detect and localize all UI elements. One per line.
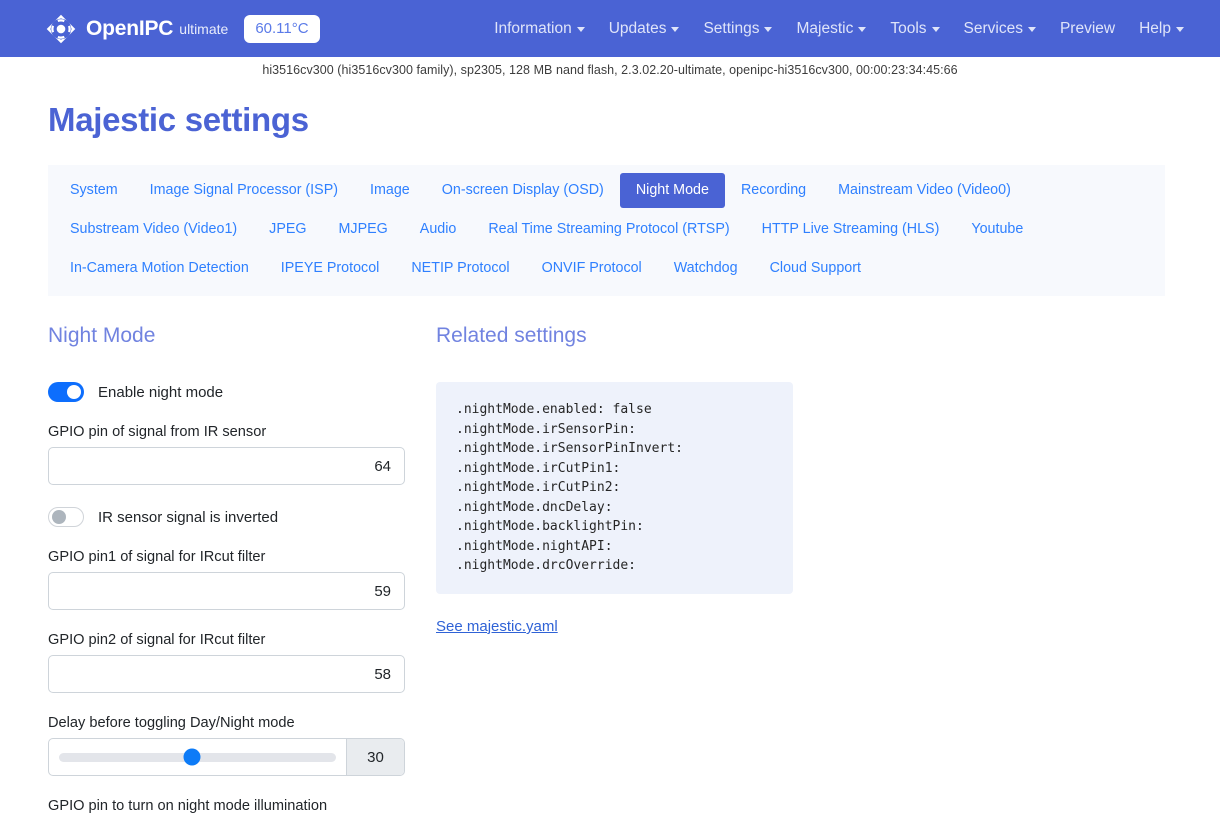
tab-youtube[interactable]: Youtube <box>955 212 1039 247</box>
nav-label: Help <box>1139 19 1171 37</box>
tab-on-screen-display[interactable]: On-screen Display (OSD) <box>426 173 620 208</box>
enable-night-mode-label: Enable night mode <box>98 383 224 401</box>
page-title: Majestic settings <box>48 101 309 138</box>
device-info-line: hi3516cv300 (hi3516cv300 family), sp2305… <box>262 63 958 77</box>
night-mode-form: Night Mode Enable night mode GPIO pin of… <box>48 324 428 818</box>
nav-label: Settings <box>703 19 760 37</box>
toggle-knob <box>52 510 66 525</box>
night-mode-section-title: Night Mode <box>48 324 156 348</box>
nav-item-preview[interactable]: Preview <box>1048 14 1127 44</box>
nav-label: Tools <box>890 19 927 37</box>
ircut-pin1-input[interactable] <box>48 572 405 611</box>
slider-track <box>59 748 336 766</box>
ir-sensor-pin-input[interactable] <box>48 447 405 486</box>
brand-logo-link[interactable]: OpenIPC ultimate <box>46 14 228 44</box>
tab-night-mode[interactable]: Night Mode <box>619 173 725 209</box>
openipc-diamond-logo-icon <box>46 14 76 44</box>
tab-cloud-support[interactable]: Cloud Support <box>754 251 877 286</box>
nav-item-services[interactable]: Services <box>952 14 1048 44</box>
ircut-pin1-field: GPIO pin1 of signal for IRcut filter <box>48 549 428 611</box>
brand-edition: ultimate <box>179 20 229 37</box>
tab-ipeye-protocol[interactable]: IPEYE Protocol <box>265 251 396 286</box>
enable-night-mode-row: Enable night mode <box>48 382 428 403</box>
ir-sensor-pin-field: GPIO pin of signal from IR sensor <box>48 424 428 486</box>
ir-sensor-inverted-toggle[interactable] <box>48 507 84 528</box>
tab-mainstream-video[interactable]: Mainstream Video (Video0) <box>822 173 1027 208</box>
tab-system[interactable]: System <box>54 173 134 208</box>
dnc-delay-field: Delay before toggling Day/Night mode 30 <box>48 715 428 777</box>
nav-item-updates[interactable]: Updates <box>597 14 692 44</box>
chevron-down-icon <box>764 27 773 32</box>
tab-in-camera-motion-detection[interactable]: In-Camera Motion Detection <box>54 251 265 286</box>
dnc-delay-slider[interactable] <box>49 739 346 775</box>
tab-hls[interactable]: HTTP Live Streaming (HLS) <box>746 212 956 247</box>
nav-label: Preview <box>1059 19 1116 37</box>
related-settings-panel: Related settings .nightMode.enabled: fal… <box>436 324 816 818</box>
related-settings-code: .nightMode.enabled: false .nightMode.irS… <box>456 402 683 574</box>
tab-jpeg[interactable]: JPEG <box>253 212 322 247</box>
see-majestic-yaml-link[interactable]: See majestic.yaml <box>436 618 558 635</box>
settings-body: Night Mode Enable night mode GPIO pin of… <box>48 324 1172 818</box>
main-nav-menu: Information Updates Settings Majestic To… <box>482 14 1196 44</box>
chevron-down-icon <box>1176 27 1184 32</box>
top-navbar: OpenIPC ultimate 60.11°C Information Upd… <box>0 0 1220 57</box>
tab-watchdog[interactable]: Watchdog <box>658 251 754 286</box>
temperature-badge: 60.11°C <box>244 14 320 43</box>
nav-item-information[interactable]: Information <box>482 14 597 44</box>
chevron-down-icon <box>1027 27 1036 32</box>
tab-netip-protocol[interactable]: NETIP Protocol <box>395 251 525 286</box>
ircut-pin1-label: GPIO pin1 of signal for IRcut filter <box>48 549 266 566</box>
dnc-delay-slider-group: 30 <box>48 738 405 777</box>
dnc-delay-label: Delay before toggling Day/Night mode <box>48 715 295 732</box>
toggle-knob <box>67 385 81 400</box>
tab-rtsp[interactable]: Real Time Streaming Protocol (RTSP) <box>472 212 745 247</box>
tab-onvif-protocol[interactable]: ONVIF Protocol <box>526 251 658 286</box>
slider-thumb[interactable] <box>183 748 201 766</box>
chevron-down-icon <box>931 27 940 32</box>
tab-substream-video[interactable]: Substream Video (Video1) <box>54 212 253 247</box>
enable-night-mode-toggle[interactable] <box>48 382 84 403</box>
tab-image-signal-processor[interactable]: Image Signal Processor (ISP) <box>134 173 354 208</box>
nav-label: Updates <box>608 19 667 37</box>
nav-label: Information <box>494 19 572 37</box>
ir-sensor-pin-label: GPIO pin of signal from IR sensor <box>48 424 267 441</box>
brand-name: OpenIPC <box>86 16 174 40</box>
nav-item-help[interactable]: Help <box>1127 14 1196 44</box>
nav-item-settings[interactable]: Settings <box>691 14 784 44</box>
chevron-down-icon <box>576 27 585 32</box>
related-settings-title: Related settings <box>436 324 587 348</box>
backlight-pin-label: GPIO pin to turn on night mode illuminat… <box>48 798 328 815</box>
nav-item-tools[interactable]: Tools <box>878 14 951 44</box>
tab-mjpeg[interactable]: MJPEG <box>323 212 404 247</box>
backlight-pin-field: GPIO pin to turn on night mode illuminat… <box>48 798 428 818</box>
ir-sensor-inverted-label: IR sensor signal is inverted <box>98 508 279 526</box>
nav-label: Services <box>963 19 1023 37</box>
ir-sensor-inverted-row: IR sensor signal is inverted <box>48 507 428 528</box>
tab-recording[interactable]: Recording <box>725 173 822 208</box>
tab-image[interactable]: Image <box>354 173 426 208</box>
chevron-down-icon <box>858 27 867 32</box>
settings-tab-bar: System Image Signal Processor (ISP) Imag… <box>48 165 1165 297</box>
tab-audio[interactable]: Audio <box>404 212 473 247</box>
ircut-pin2-input[interactable] <box>48 655 405 694</box>
page-content: Majestic settings System Image Signal Pr… <box>0 101 1220 818</box>
dnc-delay-value: 30 <box>346 739 404 776</box>
related-settings-code-box: .nightMode.enabled: false .nightMode.irS… <box>436 382 793 594</box>
ircut-pin2-label: GPIO pin2 of signal for IRcut filter <box>48 632 266 649</box>
ircut-pin2-field: GPIO pin2 of signal for IRcut filter <box>48 632 428 694</box>
nav-label: Majestic <box>796 19 854 37</box>
chevron-down-icon <box>671 27 680 32</box>
nav-item-majestic[interactable]: Majestic <box>784 14 878 44</box>
